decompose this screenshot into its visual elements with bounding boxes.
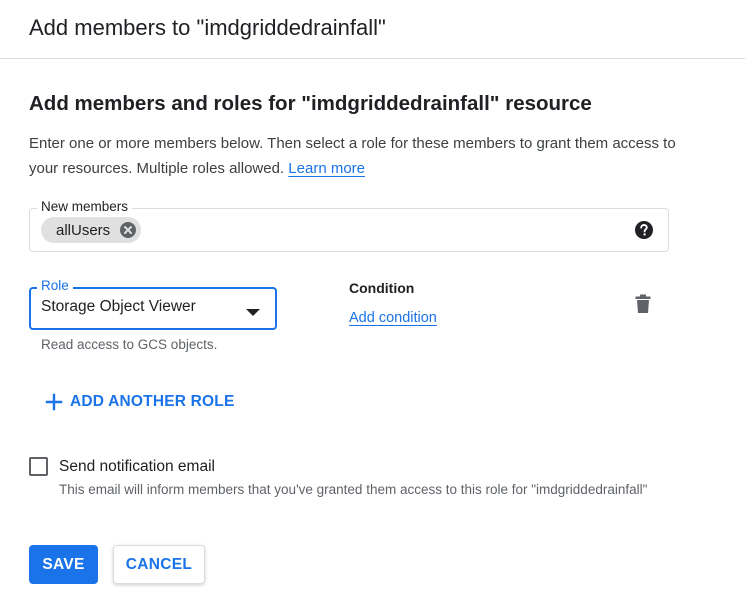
add-another-role-label: ADD ANOTHER ROLE — [70, 393, 235, 410]
send-notification-label[interactable]: Send notification email — [59, 458, 215, 476]
role-selected-value[interactable]: Storage Object Viewer — [41, 298, 196, 316]
section-title: Add members and roles for "imdgriddedrai… — [29, 92, 592, 115]
dropdown-caret-icon[interactable] — [246, 304, 260, 316]
send-notification-helper: This email will inform members that you'… — [59, 482, 648, 497]
condition-label: Condition — [349, 280, 415, 296]
member-chip-label: allUsers — [56, 221, 111, 239]
save-button[interactable]: SAVE — [29, 545, 98, 584]
chip-remove-icon[interactable] — [119, 221, 137, 239]
section-description: Enter one or more members below. Then se… — [29, 131, 689, 181]
plus-icon — [44, 392, 64, 412]
cancel-button[interactable]: CANCEL — [113, 545, 205, 584]
add-condition-link[interactable]: Add condition — [349, 310, 437, 326]
learn-more-link[interactable]: Learn more — [288, 160, 365, 177]
send-notification-checkbox[interactable] — [29, 457, 48, 476]
member-chip[interactable]: allUsers — [41, 217, 142, 243]
help-circle-icon[interactable] — [634, 220, 654, 240]
dialog-header: Add members to "imdgriddedrainfall" — [0, 0, 745, 59]
dialog-title: Add members to "imdgriddedrainfall" — [29, 15, 386, 40]
role-label: Role — [37, 277, 73, 294]
trash-icon[interactable] — [634, 294, 652, 314]
new-members-label: New members — [37, 198, 133, 215]
add-another-role-button[interactable]: ADD ANOTHER ROLE — [44, 388, 235, 416]
role-helper-text: Read access to GCS objects. — [41, 337, 218, 352]
